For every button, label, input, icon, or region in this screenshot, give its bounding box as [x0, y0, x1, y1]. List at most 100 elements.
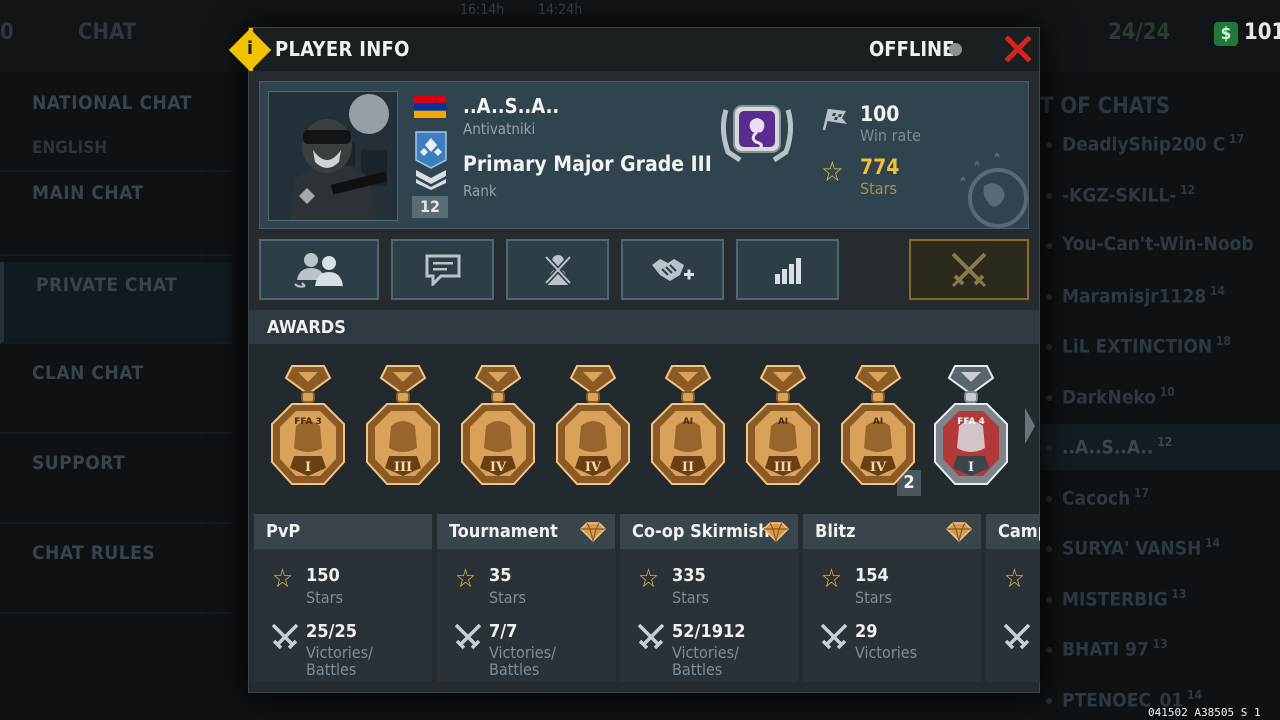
- clock-text: 16:14h: [460, 2, 505, 18]
- chat-list-item-name: SURYA' VANSH: [1062, 537, 1202, 560]
- chat-list-item-name: Cacoch: [1062, 486, 1131, 509]
- mode-stats-card[interactable]: Campaign ☆: [986, 514, 1040, 682]
- star-icon: ☆: [638, 564, 659, 594]
- top-tab-left[interactable]: 0: [0, 20, 14, 45]
- star-icon: ☆: [821, 155, 844, 188]
- league-cobra-badge-icon[interactable]: [718, 96, 796, 166]
- bar-chart-icon: [774, 257, 801, 284]
- win-rate-value: 100: [860, 102, 900, 126]
- card-stars-label: Stars: [672, 588, 710, 607]
- card-victories-label: Victories/ Battles: [672, 643, 739, 679]
- sidebar-item-label: CHAT RULES: [32, 542, 156, 564]
- card-victories-value: 25/25: [306, 621, 357, 642]
- bronze-medal-icon[interactable]: I FFA 3: [266, 364, 350, 494]
- sidebar-item-label: SUPPORT: [32, 452, 126, 474]
- crossed-swords-icon: [637, 623, 665, 650]
- statistics-button[interactable]: [736, 239, 839, 300]
- sidebar-item-chat-rules[interactable]: CHAT RULES: [0, 532, 232, 614]
- mode-stats-card[interactable]: PvP ☆ 150 Stars 25/25 Victories/ Battles: [254, 514, 432, 682]
- card-title: PvP: [266, 521, 301, 542]
- card-victories-value: 52/1912: [672, 621, 746, 642]
- sidebar-item-clan-chat[interactable]: CLAN CHAT: [0, 352, 232, 434]
- medal-mode-text: AI: [873, 417, 883, 427]
- chat-list-bullet-icon: [1046, 596, 1052, 603]
- medal-mode-text: AI: [778, 417, 788, 427]
- sidebar-item-private-chat[interactable]: PRIVATE CHAT: [0, 262, 232, 344]
- close-icon[interactable]: [1003, 34, 1033, 64]
- chat-list-item[interactable]: -KGZ-SKILL- 12: [1062, 183, 1195, 206]
- top-tab-chat[interactable]: CHAT: [78, 20, 136, 45]
- invite-clan-button[interactable]: [621, 239, 724, 300]
- challenge-duel-button[interactable]: [909, 239, 1029, 300]
- sidebar-item-label: CLAN CHAT: [32, 362, 144, 384]
- chat-list-bullet-icon: [1046, 495, 1052, 502]
- chat-list-item[interactable]: LiL EXTINCTION 18: [1062, 334, 1231, 357]
- chat-list-item[interactable]: DarkNeko 10: [1062, 385, 1175, 408]
- chat-list-item-name: DarkNeko: [1062, 385, 1157, 408]
- bronze-medal-icon[interactable]: III: [361, 364, 445, 494]
- chat-list-item[interactable]: Maramisjr1128 14: [1062, 284, 1225, 307]
- card-stars-value: 154: [855, 565, 889, 586]
- awards-scroll-right-icon[interactable]: [1023, 406, 1037, 446]
- chat-list-item[interactable]: BHATI 97 13: [1062, 637, 1168, 660]
- chat-list-item[interactable]: You-Can't-Win-Noob: [1062, 233, 1254, 255]
- block-user-icon: [543, 254, 572, 285]
- handshake-add-icon: [651, 258, 694, 281]
- build-code: 041502 A38505 S 1: [1148, 706, 1261, 719]
- chat-list-item-level: 12: [1153, 435, 1173, 449]
- medal-grade-text: IV: [585, 460, 602, 475]
- sidebar-item-label: PRIVATE CHAT: [36, 274, 178, 296]
- sidebar-item-national-chat[interactable]: NATIONAL CHAT ENGLISH: [0, 78, 232, 172]
- chat-sidebar: NATIONAL CHAT ENGLISH MAIN CHAT PRIVATE …: [0, 78, 232, 720]
- card-title: Blitz: [815, 521, 856, 542]
- total-stars-label: Stars: [860, 179, 898, 198]
- bronze-medal-icon[interactable]: IV AI: [836, 364, 920, 494]
- crossed-swords-icon: [1003, 623, 1031, 650]
- block-player-button[interactable]: [506, 239, 609, 300]
- chat-list-item[interactable]: SURYA' VANSH 14: [1062, 536, 1220, 559]
- crossed-swords-icon: [271, 623, 299, 650]
- silver-medal-icon[interactable]: I FFA 4: [929, 364, 1013, 494]
- card-stars-label: Stars: [855, 588, 893, 607]
- soldier-avatar-icon: [269, 92, 397, 220]
- sidebar-item-label: NATIONAL CHAT: [32, 92, 192, 114]
- player-profile-card: 12 ..A..S..A.. Antivatniki Primary Major…: [259, 81, 1029, 229]
- chat-list-item-level: 13: [1167, 586, 1187, 601]
- player-clan[interactable]: Antivatniki: [463, 120, 535, 138]
- mode-stats-card[interactable]: Tournament ☆ 35 Stars 7/7 Victories/ Battles: [437, 514, 615, 682]
- medal-grade-text: III: [774, 460, 792, 475]
- chat-list-item[interactable]: DeadlyShip200 C 17: [1062, 132, 1244, 155]
- bronze-medal-icon[interactable]: IV: [456, 364, 540, 494]
- win-rate-label: Win rate: [860, 126, 921, 145]
- win-rate-flag-icon: [822, 108, 847, 131]
- diamond-icon: [762, 522, 790, 543]
- chat-list-item-name: Maramisjr1128: [1062, 284, 1207, 307]
- chat-list-title: T OF CHATS: [1040, 94, 1171, 119]
- chat-list-item[interactable]: ..A..S..A.. 12: [1062, 435, 1172, 458]
- chat-list-item-level: 18: [1212, 334, 1231, 348]
- card-stars-value: 335: [672, 565, 706, 586]
- info-icon: i: [246, 38, 254, 59]
- mode-stats-card[interactable]: Blitz ☆ 154 Stars 29 Victories: [803, 514, 981, 682]
- status-dot-icon: [949, 43, 962, 56]
- card-stars-label: Stars: [489, 588, 527, 607]
- chat-list-item[interactable]: MISTERBIG 13: [1062, 587, 1186, 610]
- chat-list-item[interactable]: Cacoch 17: [1062, 486, 1149, 509]
- awards-list[interactable]: 2 I FFA 3 III IV IV II AI III AI IV AI I FFA 4: [249, 344, 1039, 514]
- player-avatar[interactable]: [268, 91, 398, 221]
- chat-list-bullet-icon: [1046, 192, 1052, 199]
- mode-stats-card[interactable]: Co-op Skirmish ☆ 335 Stars 52/1912 Victories/…: [620, 514, 798, 682]
- send-message-button[interactable]: [391, 239, 494, 300]
- add-friend-button[interactable]: [259, 239, 379, 300]
- chat-list-item-level: 12: [1176, 182, 1196, 197]
- player-info-dialog: i PLAYER INFO OFFLINE 12 ..A..S..A.. Ant…: [228, 27, 1040, 693]
- card-header: Tournament: [437, 514, 615, 549]
- sidebar-item-support[interactable]: SUPPORT: [0, 442, 232, 524]
- chat-list-item-level: 17: [1225, 132, 1245, 146]
- sidebar-item-main-chat[interactable]: MAIN CHAT: [0, 174, 232, 256]
- bronze-medal-icon[interactable]: III AI: [741, 364, 825, 494]
- awards-title: AWARDS: [267, 317, 346, 338]
- medal-mode-text: FFA 4: [957, 417, 985, 427]
- bronze-medal-icon[interactable]: II AI: [646, 364, 730, 494]
- bronze-medal-icon[interactable]: IV: [551, 364, 635, 494]
